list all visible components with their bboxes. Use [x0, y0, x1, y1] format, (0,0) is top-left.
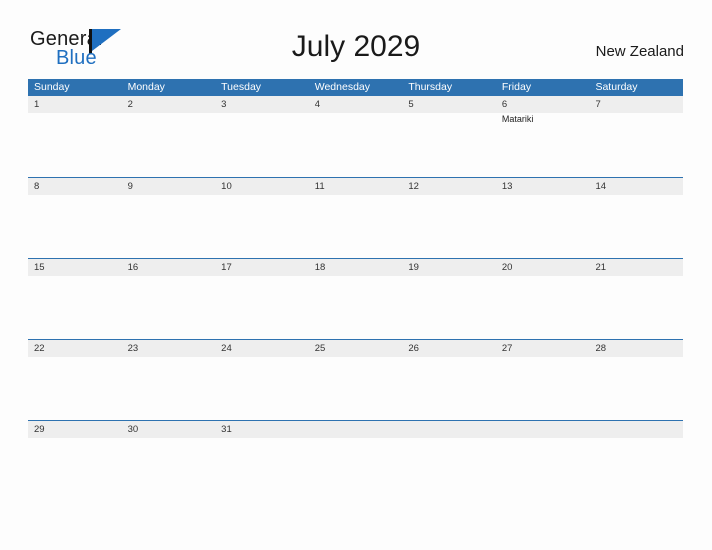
day-number: 7: [595, 99, 601, 110]
day-number: 25: [314, 343, 326, 354]
day-number: 10: [221, 181, 232, 192]
day-cell-empty: [402, 421, 496, 501]
day-cell-empty: [589, 421, 683, 501]
weekday-header-wednesday: Wednesday: [314, 81, 370, 93]
day-number: 27: [501, 343, 513, 354]
day-cell[interactable]: 22: [28, 340, 122, 420]
day-cell[interactable]: 30: [122, 421, 216, 501]
calendar-grid: Sunday Monday Tuesday Wednesday Thursday…: [28, 79, 683, 501]
day-cell[interactable]: 7: [589, 96, 683, 177]
day-cell[interactable]: 26: [402, 340, 496, 420]
weekday-header-friday: Friday: [501, 81, 532, 93]
weekday-header-monday: Monday: [127, 81, 165, 93]
day-number: 19: [408, 262, 419, 273]
day-cell[interactable]: 24: [215, 340, 309, 420]
day-cell[interactable]: 19: [402, 259, 496, 339]
day-number: 30: [127, 424, 139, 435]
day-cell-empty: [496, 421, 590, 501]
weekday-header-tuesday: Tuesday: [221, 81, 262, 93]
day-number: 17: [221, 262, 232, 273]
day-number: 13: [501, 181, 513, 192]
day-cell[interactable]: 4: [309, 96, 403, 177]
day-number: 26: [408, 343, 419, 354]
calendar-page: General Blue July 2029 New Zealand Sunda…: [0, 0, 712, 550]
day-number: 14: [595, 181, 607, 192]
day-cell[interactable]: 20: [496, 259, 590, 339]
day-cell[interactable]: 2: [122, 96, 216, 177]
day-cell-empty: [309, 421, 403, 501]
day-number: 12: [408, 181, 419, 192]
day-number: 6: [501, 99, 508, 110]
day-cell[interactable]: 15: [28, 259, 122, 339]
day-number: 20: [501, 262, 513, 273]
day-cell[interactable]: 16: [122, 259, 216, 339]
day-number: 31: [221, 424, 232, 435]
day-cell[interactable]: 14: [589, 178, 683, 258]
day-number: 23: [127, 343, 139, 354]
weekday-header-sunday: Sunday: [34, 81, 70, 93]
day-cell[interactable]: 17: [215, 259, 309, 339]
weekday-header-row: Sunday Monday Tuesday Wednesday Thursday…: [28, 79, 683, 96]
day-number: 3: [221, 99, 227, 110]
day-cell[interactable]: 8: [28, 178, 122, 258]
day-cell[interactable]: 3: [215, 96, 309, 177]
day-number: 15: [34, 262, 45, 273]
day-number: 29: [34, 424, 45, 435]
page-header: General Blue July 2029 New Zealand: [0, 0, 712, 78]
region-label: New Zealand: [595, 43, 684, 60]
day-number: 2: [127, 99, 133, 110]
day-number: 1: [34, 99, 40, 110]
day-number: 8: [34, 181, 40, 192]
day-cell[interactable]: 5: [402, 96, 496, 177]
day-event: Matariki: [501, 114, 534, 124]
weekday-header-saturday: Saturday: [595, 81, 638, 93]
day-cell[interactable]: 13: [496, 178, 590, 258]
day-cell[interactable]: 6 Matariki: [496, 96, 590, 177]
day-number: 4: [314, 99, 321, 110]
day-cell[interactable]: 28: [589, 340, 683, 420]
day-number: 18: [314, 262, 326, 273]
day-number: 22: [34, 343, 45, 354]
day-cell[interactable]: 29: [28, 421, 122, 501]
day-cell[interactable]: 1: [28, 96, 122, 177]
week-row: 8 9 10 11 12 13 14: [28, 177, 683, 258]
day-cell[interactable]: 12: [402, 178, 496, 258]
day-number: 21: [595, 262, 607, 273]
day-number: 16: [127, 262, 139, 273]
day-cell[interactable]: 31: [215, 421, 309, 501]
day-cell[interactable]: 21: [589, 259, 683, 339]
day-cell[interactable]: 10: [215, 178, 309, 258]
day-number: 28: [595, 343, 607, 354]
day-cell[interactable]: 9: [122, 178, 216, 258]
week-row: 1 2 3 4 5 6 Matariki 7: [28, 96, 683, 177]
day-cell[interactable]: 25: [309, 340, 403, 420]
day-number: 9: [127, 181, 133, 192]
week-row: 29 30 31: [28, 420, 683, 501]
week-row: 15 16 17 18 19 20 21: [28, 258, 683, 339]
day-cell[interactable]: 23: [122, 340, 216, 420]
week-row: 22 23 24 25 26 27 28: [28, 339, 683, 420]
day-cell[interactable]: 11: [309, 178, 403, 258]
day-number: 5: [408, 99, 414, 110]
weekday-header-thursday: Thursday: [408, 81, 453, 93]
day-cell[interactable]: 27: [496, 340, 590, 420]
day-number: 11: [314, 181, 325, 192]
day-number: 24: [221, 343, 232, 354]
day-cell[interactable]: 18: [309, 259, 403, 339]
